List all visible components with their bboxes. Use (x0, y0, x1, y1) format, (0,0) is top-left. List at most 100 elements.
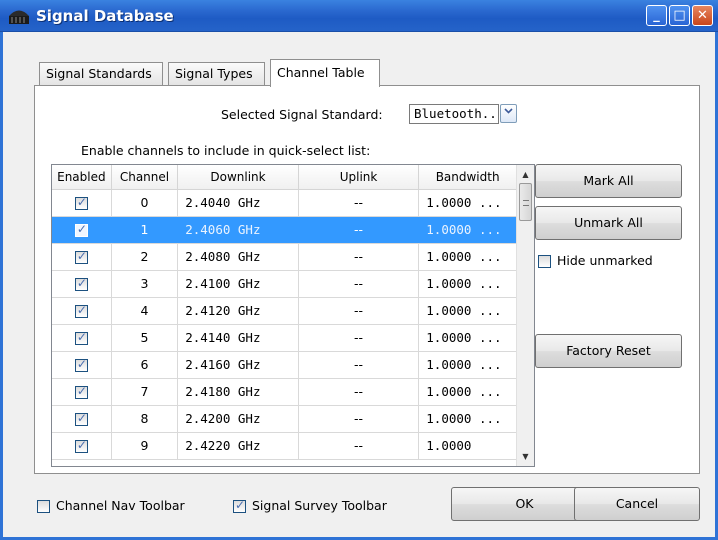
channel-cell: 3 (111, 270, 179, 298)
enabled-checkbox[interactable] (74, 276, 88, 291)
chevron-down-icon[interactable] (500, 104, 517, 123)
signal-survey-toolbar-option[interactable]: Signal Survey Toolbar (233, 498, 387, 513)
enabled-checkbox[interactable] (74, 303, 88, 318)
column-header-downlink[interactable]: Downlink (177, 165, 299, 190)
minimize-button[interactable]: _ (646, 5, 667, 26)
mark-all-button[interactable]: Mark All (535, 164, 682, 198)
uplink-cell: -- (298, 189, 420, 217)
column-header-channel[interactable]: Channel (111, 165, 179, 190)
channel-cell: 8 (111, 405, 179, 433)
channel-cell: 9 (111, 432, 179, 460)
channel-cell: 1 (111, 216, 179, 244)
uplink-cell: -- (298, 297, 420, 325)
signal-database-window: Signal Database _ □ ✕ Signal Standards S… (0, 0, 718, 540)
channel-table-panel: Selected Signal Standard: Bluetooth... E… (34, 85, 700, 474)
maximize-button[interactable]: □ (669, 5, 690, 26)
downlink-cell: 2.4160 GHz (177, 351, 299, 379)
column-header-enabled[interactable]: Enabled (52, 165, 112, 190)
factory-reset-button[interactable]: Factory Reset (535, 334, 682, 368)
title-bar[interactable]: Signal Database _ □ ✕ (0, 0, 718, 32)
table-row[interactable]: 2 2.4080 GHz -- 1.0000 ... (52, 243, 517, 271)
downlink-cell: 2.4040 GHz (177, 189, 299, 217)
enabled-cell[interactable] (52, 378, 112, 406)
enabled-checkbox[interactable] (74, 411, 88, 426)
uplink-cell: -- (298, 351, 420, 379)
table-row[interactable]: 3 2.4100 GHz -- 1.0000 ... (52, 270, 517, 298)
database-icon (9, 10, 29, 24)
bandwidth-cell: 1.0000 ... (418, 216, 517, 244)
close-button[interactable]: ✕ (692, 5, 713, 26)
channel-nav-toolbar-option[interactable]: Channel Nav Toolbar (37, 498, 185, 513)
downlink-cell: 2.4080 GHz (177, 243, 299, 271)
scroll-up-icon[interactable]: ▲ (517, 166, 534, 183)
enabled-checkbox[interactable] (74, 222, 88, 237)
selected-standard-label: Selected Signal Standard: (221, 107, 383, 122)
enabled-checkbox[interactable] (74, 384, 88, 399)
window-title: Signal Database (36, 7, 174, 25)
vertical-scrollbar[interactable]: ▲ ▼ (516, 165, 534, 466)
channel-cell: 7 (111, 378, 179, 406)
enabled-checkbox[interactable] (74, 438, 88, 453)
enabled-checkbox[interactable] (74, 330, 88, 345)
uplink-cell: -- (298, 405, 420, 433)
bandwidth-cell: 1.0000 ... (418, 189, 517, 217)
tab-channel-table[interactable]: Channel Table (270, 59, 380, 87)
table-row[interactable]: 9 2.4220 GHz -- 1.0000 (52, 432, 517, 460)
enabled-cell[interactable] (52, 405, 112, 433)
hide-unmarked-option[interactable]: Hide unmarked (538, 253, 653, 268)
enabled-checkbox[interactable] (74, 249, 88, 264)
enabled-cell[interactable] (52, 432, 112, 460)
enabled-cell[interactable] (52, 270, 112, 298)
table-header: Enabled Channel Downlink Uplink Bandwidt… (52, 165, 517, 190)
scroll-down-icon[interactable]: ▼ (517, 448, 534, 465)
instruction-text: Enable channels to include in quick-sele… (81, 143, 371, 158)
bandwidth-cell: 1.0000 ... (418, 243, 517, 271)
table-row-selected[interactable]: 1 2.4060 GHz -- 1.0000 ... (52, 216, 517, 244)
bandwidth-cell: 1.0000 ... (418, 351, 517, 379)
column-header-bandwidth[interactable]: Bandwidth (418, 165, 517, 190)
enabled-cell[interactable] (52, 243, 112, 271)
table-row[interactable]: 8 2.4200 GHz -- 1.0000 ... (52, 405, 517, 433)
downlink-cell: 2.4220 GHz (177, 432, 299, 460)
tab-signal-standards[interactable]: Signal Standards (39, 62, 163, 86)
enabled-cell[interactable] (52, 189, 112, 217)
uplink-cell: -- (298, 378, 420, 406)
table-row[interactable]: 4 2.4120 GHz -- 1.0000 ... (52, 297, 517, 325)
channel-cell: 2 (111, 243, 179, 271)
signal-survey-toolbar-label: Signal Survey Toolbar (252, 498, 387, 513)
enabled-checkbox[interactable] (74, 357, 88, 372)
table-row[interactable]: 0 2.4040 GHz -- 1.0000 ... (52, 189, 517, 217)
grip-icon (523, 200, 529, 206)
downlink-cell: 2.4180 GHz (177, 378, 299, 406)
downlink-cell: 2.4060 GHz (177, 216, 299, 244)
bandwidth-cell: 1.0000 ... (418, 405, 517, 433)
cancel-button[interactable]: Cancel (574, 487, 700, 521)
hide-unmarked-label: Hide unmarked (557, 253, 653, 268)
uplink-cell: -- (298, 243, 420, 271)
tab-signal-types[interactable]: Signal Types (168, 62, 265, 86)
bandwidth-cell: 1.0000 ... (418, 378, 517, 406)
enabled-checkbox[interactable] (74, 195, 88, 210)
bandwidth-cell: 1.0000 (418, 432, 517, 460)
channel-nav-toolbar-checkbox[interactable] (37, 500, 50, 513)
signal-survey-toolbar-checkbox[interactable] (233, 498, 246, 513)
column-header-uplink[interactable]: Uplink (298, 165, 420, 190)
downlink-cell: 2.4200 GHz (177, 405, 299, 433)
channel-cell: 6 (111, 351, 179, 379)
table-row[interactable]: 7 2.4180 GHz -- 1.0000 ... (52, 378, 517, 406)
enabled-cell[interactable] (52, 324, 112, 352)
hide-unmarked-checkbox[interactable] (538, 255, 551, 268)
table-row[interactable]: 6 2.4160 GHz -- 1.0000 ... (52, 351, 517, 379)
enabled-cell[interactable] (52, 297, 112, 325)
enabled-cell[interactable] (52, 351, 112, 379)
bandwidth-cell: 1.0000 ... (418, 297, 517, 325)
table-row[interactable]: 5 2.4140 GHz -- 1.0000 ... (52, 324, 517, 352)
scrollbar-thumb[interactable] (519, 183, 532, 221)
uplink-cell: -- (298, 270, 420, 298)
enabled-cell[interactable] (52, 216, 112, 244)
unmark-all-button[interactable]: Unmark All (535, 206, 682, 240)
downlink-cell: 2.4120 GHz (177, 297, 299, 325)
signal-standard-select[interactable]: Bluetooth... (409, 104, 499, 124)
channel-cell: 0 (111, 189, 179, 217)
channel-grid: Enabled Channel Downlink Uplink Bandwidt… (51, 164, 535, 467)
